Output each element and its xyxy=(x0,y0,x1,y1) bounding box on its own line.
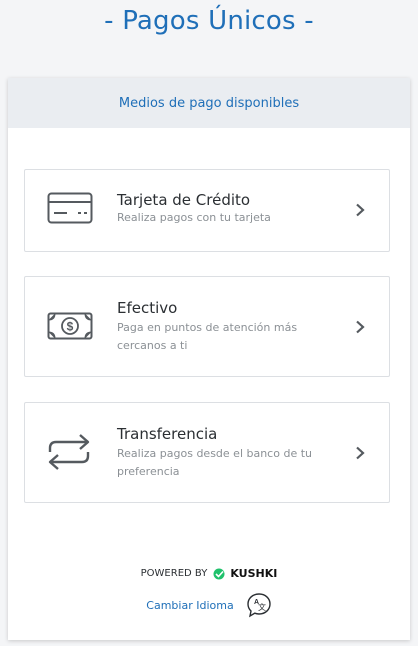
kushki-logo: KUSHKI xyxy=(213,567,277,580)
option-text: Tarjeta de Crédito Realiza pagos con tu … xyxy=(117,191,331,227)
card-header: Medios de pago disponibles xyxy=(8,78,410,128)
change-language-label[interactable]: Cambiar Idioma xyxy=(146,599,233,612)
option-text: Transferencia Realiza pagos desde el ban… xyxy=(117,425,331,481)
option-title: Transferencia xyxy=(117,425,218,443)
option-text: Efectivo Paga en puntos de atención más … xyxy=(117,299,331,355)
chevron-right-icon xyxy=(356,320,365,334)
credit-card-icon xyxy=(47,192,93,228)
powered-by-label: POWERED BY xyxy=(140,568,208,579)
kushki-logo-icon xyxy=(213,568,225,579)
payment-option-cash[interactable]: $ Efectivo Paga en puntos de atención má… xyxy=(24,276,390,377)
page-title: - Pagos Únicos - xyxy=(104,6,314,36)
option-subtitle: Realiza pagos desde el banco de tu prefe… xyxy=(117,447,312,478)
svg-text:文: 文 xyxy=(258,602,266,612)
change-language-link[interactable]: Cambiar Idioma A 文 xyxy=(0,592,418,618)
cash-icon: $ xyxy=(47,312,93,344)
translate-icon[interactable]: A 文 xyxy=(246,592,272,618)
transfer-icon xyxy=(47,433,91,475)
payment-option-credit-card[interactable]: Tarjeta de Crédito Realiza pagos con tu … xyxy=(24,169,390,252)
svg-text:$: $ xyxy=(67,320,74,334)
option-subtitle: Realiza pagos con tu tarjeta xyxy=(117,211,271,224)
option-title: Efectivo xyxy=(117,299,178,317)
option-title: Tarjeta de Crédito xyxy=(117,191,251,209)
powered-by: POWERED BY KUSHKI xyxy=(0,567,418,580)
payment-methods-card: Medios de pago disponibles Tarjeta de Cr… xyxy=(8,78,410,640)
card-header-label: Medios de pago disponibles xyxy=(118,95,300,111)
chevron-right-icon xyxy=(356,203,365,217)
payment-option-transfer[interactable]: Transferencia Realiza pagos desde el ban… xyxy=(24,402,390,503)
option-subtitle: Paga en puntos de atención más cercanos … xyxy=(117,321,298,352)
chevron-right-icon xyxy=(356,446,365,460)
kushki-brand: KUSHKI xyxy=(230,567,278,580)
payment-page: - Pagos Únicos - Medios de pago disponib… xyxy=(0,0,418,646)
